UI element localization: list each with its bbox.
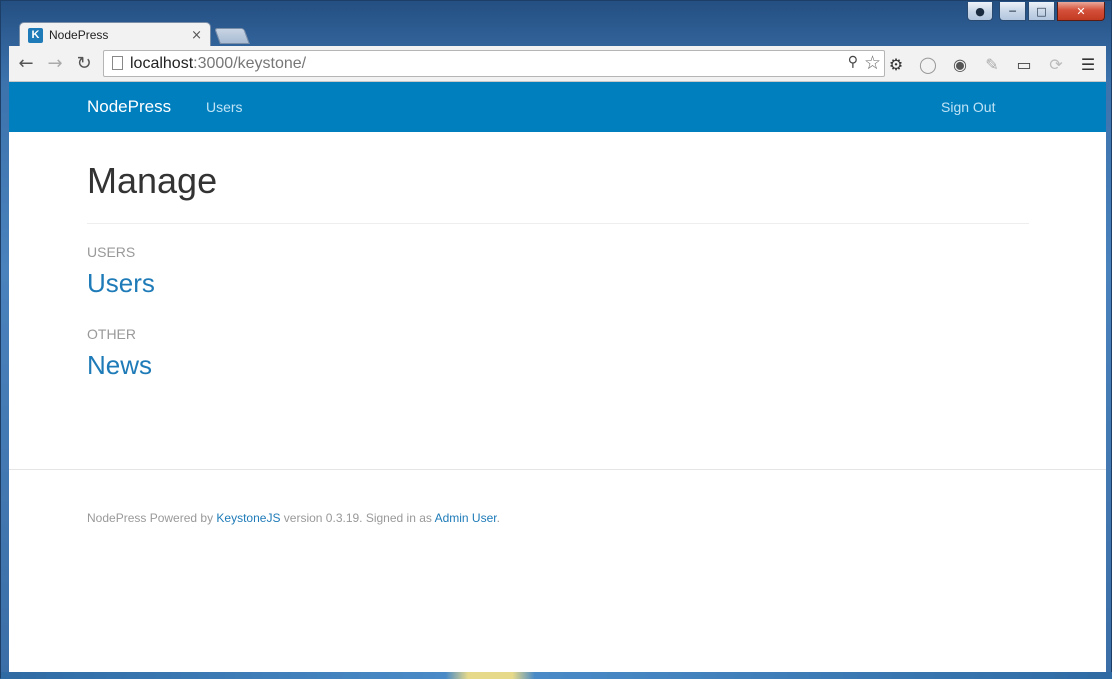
forward-icon[interactable]: → xyxy=(44,52,66,74)
page-icon xyxy=(112,56,123,70)
window-caption-buttons: ● ─ □ ✕ xyxy=(967,2,1105,22)
admin-user-link[interactable]: Admin User xyxy=(435,511,497,525)
minimize-button[interactable]: ─ xyxy=(999,2,1026,21)
footer-divider xyxy=(9,469,1106,470)
divider xyxy=(87,223,1029,224)
sync-icon[interactable]: ⟳ xyxy=(1045,53,1067,75)
notes-icon[interactable]: ✎ xyxy=(981,53,1003,75)
section-label-users: USERS xyxy=(87,244,136,260)
footer-suffix: . xyxy=(496,511,500,525)
page-title: Manage xyxy=(87,160,218,201)
shield-icon[interactable]: ◯ xyxy=(917,53,939,75)
users-list-link[interactable]: Users xyxy=(87,268,155,299)
footer-version-text: version 0.3.19. Signed in as xyxy=(280,511,435,525)
key-icon[interactable]: ⚲ xyxy=(848,54,858,70)
address-bar[interactable]: localhost:3000/keystone/ ⚲ ☆ xyxy=(103,50,885,77)
browser-toolbar: ← → ↻ localhost:3000/keystone/ ⚲ ☆ ⚙ ◯ ◉… xyxy=(9,46,1106,82)
nav-users-link[interactable]: Users xyxy=(206,99,243,115)
news-list-link[interactable]: News xyxy=(87,350,152,381)
top-navbar: NodePress Users Sign Out xyxy=(9,82,1106,132)
tab-close-icon[interactable]: × xyxy=(191,28,202,43)
url-text[interactable]: localhost:3000/keystone/ xyxy=(130,55,306,73)
star-icon[interactable]: ☆ xyxy=(864,52,881,74)
browser-window: ● ─ □ ✕ K NodePress × ← → ↻ localhost:30… xyxy=(0,0,1112,679)
user-icon[interactable]: ● xyxy=(967,2,993,21)
url-host: localhost xyxy=(130,55,194,72)
close-window-button[interactable]: ✕ xyxy=(1057,2,1105,21)
footer-prefix: NodePress Powered by xyxy=(87,511,217,525)
sign-out-link[interactable]: Sign Out xyxy=(941,99,995,115)
maximize-button[interactable]: □ xyxy=(1028,2,1055,21)
browser-tab[interactable]: K NodePress × xyxy=(19,22,211,47)
extension-icon[interactable]: ◉ xyxy=(949,53,971,75)
section-label-other: OTHER xyxy=(87,326,136,342)
cast-icon[interactable]: ▭ xyxy=(1013,53,1035,75)
page-content: NodePress Users Sign Out Manage USERS Us… xyxy=(9,82,1106,672)
gear-icon[interactable]: ⚙ xyxy=(885,53,907,75)
url-path: :3000/keystone/ xyxy=(193,55,307,72)
footer-text: NodePress Powered by KeystoneJS version … xyxy=(87,511,500,525)
keystone-favicon-icon: K xyxy=(28,27,43,43)
menu-icon[interactable]: ☰ xyxy=(1077,53,1099,75)
new-tab-button[interactable] xyxy=(214,28,250,44)
brand-link[interactable]: NodePress xyxy=(87,97,171,117)
tab-title: NodePress xyxy=(49,28,109,42)
reload-icon[interactable]: ↻ xyxy=(73,52,95,74)
keystonejs-link[interactable]: KeystoneJS xyxy=(216,511,280,525)
back-icon[interactable]: ← xyxy=(15,52,37,74)
